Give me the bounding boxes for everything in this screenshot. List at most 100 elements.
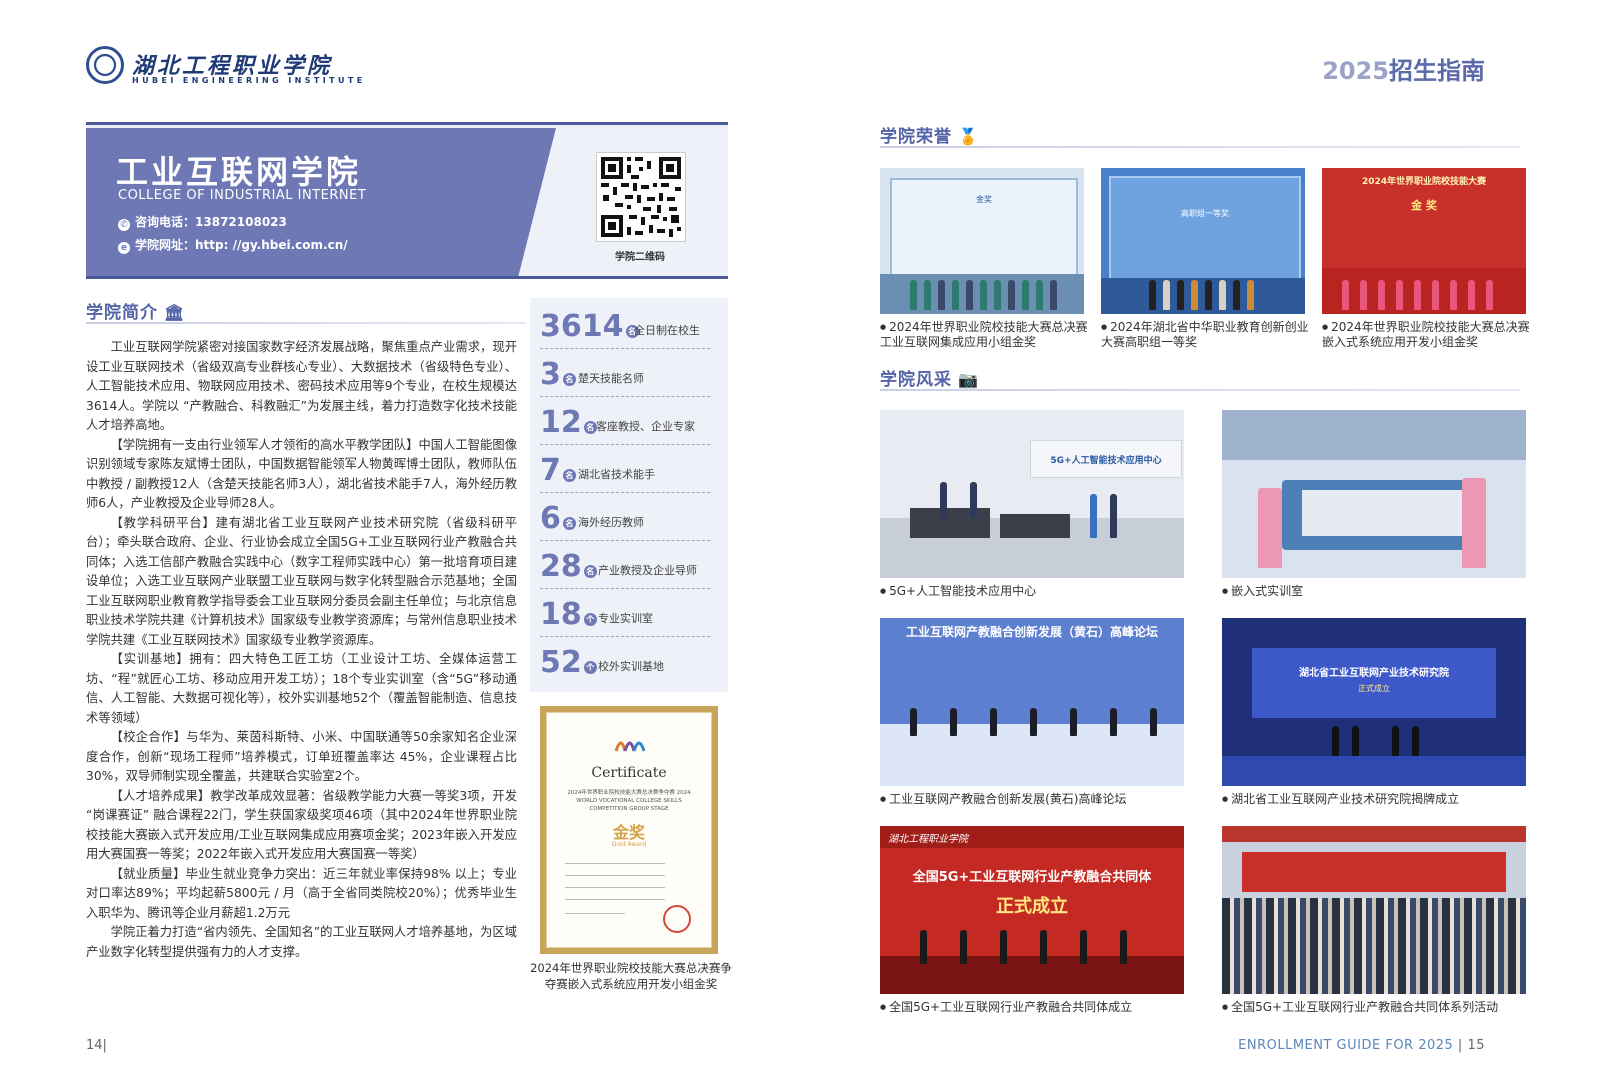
person: [938, 280, 945, 310]
intro-heading-text: 学院简介: [86, 303, 158, 323]
person: [1110, 494, 1117, 538]
person: [1392, 726, 1399, 756]
honors-heading: 学院荣誉 🏅: [880, 122, 979, 147]
person: [990, 708, 997, 736]
gallery-heading-text: 学院风采: [880, 370, 952, 390]
contact-phone: ✆ 咨询电话：13872108023: [118, 213, 287, 231]
college-name-en: COLLEGE OF INDUSTRIAL INTERNET: [118, 188, 367, 203]
certificate-line: [565, 863, 665, 864]
stat-unit: 名: [562, 517, 576, 530]
screen-sub: 正式成立: [996, 896, 1068, 917]
camera-icon: 📷: [958, 370, 979, 389]
school-logo-icon: [86, 46, 124, 84]
honor-caption-3: 2024年世界职业院校技能大赛总决赛嵌入式系统应用开发小组金奖: [1322, 320, 1530, 350]
intro-paragraph: 【就业质量】毕业生就业竞争力突出：近三年就业率保持98% 以上；专业对口率达89…: [86, 866, 517, 920]
gallery-caption-1: 5G+人工智能技术应用中心: [880, 584, 1036, 599]
stat-item: 3614 名全日制在校生: [540, 304, 710, 349]
screen-text: 2024年世界职业院校技能大赛: [1361, 177, 1487, 187]
person: [994, 280, 1001, 310]
certificate-line: [565, 899, 665, 900]
intro-paragraph: 学院正着力打造“省内领先、全国知名”的工业互联网人才培养基地，为区域产业数字化转…: [86, 925, 517, 959]
screen-text: 高职组一等奖: [1181, 209, 1229, 218]
screen-award: 金 奖: [1411, 199, 1437, 212]
phone-icon: ✆: [118, 219, 130, 231]
stat-number: 7名: [540, 456, 576, 486]
phone-label: 咨询电话：: [135, 215, 196, 229]
lab-wall: [1222, 410, 1526, 460]
person: [1163, 280, 1170, 310]
stage-floor: [1222, 756, 1526, 786]
stat-label: 专业实训室: [598, 612, 653, 625]
certificate-line: [565, 875, 665, 876]
stat-number: 3614 名: [540, 312, 639, 342]
stat-label: 海外经历教师: [578, 516, 644, 529]
intro-heading: 学院简介 🏛: [86, 298, 185, 323]
stage-screen: 湖北省工业互联网产业技术研究院 正式成立: [1252, 648, 1496, 718]
person: [966, 280, 973, 310]
footer-guide-en: ENROLLMENT GUIDE FOR 2025: [1238, 1038, 1454, 1053]
stat-number: 6名: [540, 504, 576, 534]
person: [1191, 280, 1198, 310]
person: [1247, 280, 1254, 310]
person: [1414, 280, 1421, 310]
intro-paragraph: 【人才培养成果】教学改革成效显著：省级教学能力大赛一等奖3项，开发 “岗课赛证”…: [86, 788, 517, 862]
stat-item: 52 个校外实训基地: [540, 640, 710, 684]
computer-desk: [910, 508, 990, 538]
person: [1149, 280, 1156, 310]
person: [1360, 280, 1367, 310]
group-photo-people: [1222, 898, 1526, 994]
qr-code: [596, 152, 686, 242]
web-url[interactable]: http: //gy.hbei.com.cn/: [195, 238, 348, 252]
web-label: 学院网址：: [135, 238, 196, 252]
banner-divider-bottom: [86, 276, 728, 279]
intro-paragraph: 【学院拥有一支由行业领军人才领衔的高水平教学团队】中国人工智能图像识别领域专家陈…: [86, 437, 517, 511]
circuit-board: [1302, 490, 1462, 536]
stage-screen: 金奖: [890, 178, 1078, 278]
person: [1342, 280, 1349, 310]
gallery-caption-5: 全国5G+工业互联网行业产教融合共同体成立: [880, 1000, 1132, 1015]
certificate-caption: 2024年世界职业院校技能大赛总决赛争夺赛嵌入式系统应用开发小组金奖: [530, 961, 732, 991]
gallery-photo-2: [1222, 410, 1526, 578]
globe-icon: e: [118, 242, 130, 254]
person: [1070, 708, 1077, 736]
qr-code-icon: [597, 153, 685, 241]
person: [1352, 726, 1359, 756]
gallery-photo-4: 湖北省工业互联网产业技术研究院 正式成立: [1222, 618, 1526, 786]
person: [1080, 930, 1087, 964]
screen-text: 全国5G+工业互联网行业产教融合共同体: [912, 870, 1152, 885]
gallery-caption-3: 工业互联网产教融合创新发展(黄石)高峰论坛: [880, 792, 1126, 807]
screen-text: 湖北省工业互联网产业技术研究院: [1299, 668, 1449, 679]
person: [1258, 488, 1282, 568]
person: [1332, 726, 1339, 756]
person: [924, 280, 931, 310]
school-name-en: HUBEI ENGINEERING INSTITUTE: [132, 76, 366, 85]
person: [1110, 708, 1117, 736]
stat-label: 产业教授及企业导师: [598, 564, 697, 577]
stat-label: 楚天技能名师: [578, 372, 644, 385]
honors-heading-line: [880, 146, 1520, 148]
college-name-cn: 工业互联网学院: [116, 153, 362, 191]
stat-unit: 名: [562, 469, 576, 482]
guide-title-cn: 招生指南: [1389, 57, 1485, 85]
person: [1177, 280, 1184, 310]
stat-number: 18 个: [540, 600, 597, 630]
gallery-caption-2: 嵌入式实训室: [1222, 584, 1303, 599]
stat-label: 湖北省技术能手: [578, 468, 655, 481]
stat-item: 7 名湖北省技术能手: [540, 448, 710, 493]
honors-heading-text: 学院荣誉: [880, 127, 952, 147]
person: [940, 482, 947, 518]
certificate-title: Certificate: [591, 765, 667, 781]
banner-strip: [1222, 826, 1526, 842]
honor-caption-1: 2024年世界职业院校技能大赛总决赛工业互联网集成应用小组金奖: [880, 320, 1088, 350]
gallery-photo-1: 5G+人工智能技术应用中心: [880, 410, 1184, 578]
person: [1468, 280, 1475, 310]
stat-number: 28 名: [540, 552, 597, 582]
banner-divider-top: [86, 122, 728, 125]
person: [1432, 280, 1439, 310]
person: [960, 930, 967, 964]
intro-heading-line: [86, 322, 526, 324]
gallery-heading-line: [880, 389, 1520, 391]
intro-paragraph: 【教学科研平台】建有湖北省工业互联网产业技术研究院（省级科研平台）；牵头联合政府…: [86, 515, 517, 647]
phone-number: 13872108023: [195, 215, 287, 229]
intro-text: 工业互联网学院紧密对接国家数字经济发展战略，聚焦重点产业需求，现开设工业互联网技…: [86, 338, 517, 962]
